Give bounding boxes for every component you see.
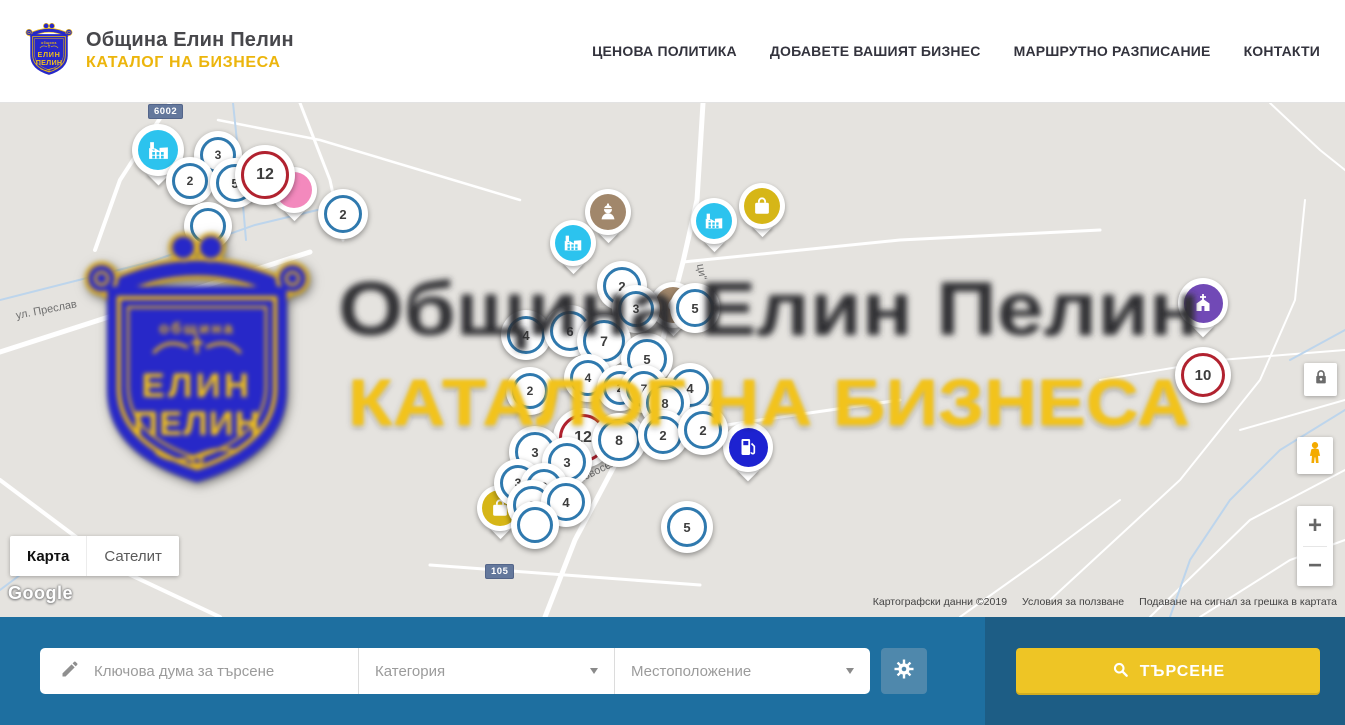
gear-icon [892,657,916,686]
category-select[interactable]: Категория [358,648,614,694]
pencil-icon [60,659,80,684]
cluster-count: 5 [676,289,714,327]
search-button-label: ТЪРСЕНЕ [1140,663,1225,681]
search-icon [1111,660,1130,684]
padlock-icon [1310,366,1332,393]
pegman-icon [1302,439,1328,472]
road-number-badge: 105 [485,564,514,579]
map-cluster[interactable]: 10 [1175,347,1231,403]
zoom-in-button[interactable]: + [1297,506,1333,546]
cluster-count: 2 [644,416,682,454]
zoom-out-button[interactable]: − [1297,547,1333,587]
page: община ЕЛИН ПЕЛИН Община Елин Пелин КАТА… [0,0,1345,725]
municipality-crest-icon: община ЕЛИН ПЕЛИН [25,19,73,83]
church-icon [1184,284,1223,323]
cluster-count: 10 [1181,353,1225,397]
search-fields-group: Категория Местоположение [40,648,870,694]
map-pin-fuel[interactable] [723,422,773,488]
google-logo[interactable]: Google [8,583,73,604]
map-cluster[interactable]: 12 [235,145,295,205]
map-cluster[interactable]: 5 [661,501,713,553]
category-select-value: Категория [375,663,445,680]
map-cluster[interactable]: 2 [318,189,368,239]
nav-item-2[interactable]: ДОБАВЕТЕ ВАШИЯТ БИЗНЕС [770,43,981,59]
cluster-count: 5 [667,507,707,547]
brand-title: Община Елин Пелин [86,29,294,52]
header: община ЕЛИН ПЕЛИН Община Елин Пелин КАТА… [0,0,1345,103]
map-canvas[interactable]: 6002105ул. Преславбул. „Новоселци“ 32512… [0,103,1345,617]
nav-item-1[interactable]: ЦЕНОВА ПОЛИТИКА [592,43,737,59]
street-view-pegman-button[interactable] [1297,437,1333,474]
map-cluster[interactable]: 2 [506,367,554,415]
main-nav: ЦЕНОВА ПОЛИТИКА ДОБАВЕТЕ ВАШИЯТ БИЗНЕС МАР… [592,43,1320,59]
map-attribution: Картографски данни ©2019 Условия за ползв… [873,596,1337,608]
map-pin-bag[interactable] [739,183,785,244]
search-button[interactable]: ТЪРСЕНЕ [1016,648,1320,695]
chevron-down-icon [590,668,598,674]
cluster-count [517,507,553,543]
map-cluster[interactable]: 2 [678,405,728,455]
attribution-link[interactable]: Условия за ползване [1022,596,1124,608]
cluster-count [190,208,226,244]
brand-logo[interactable]: община ЕЛИН ПЕЛИН Община Елин Пелин КАТА… [25,19,294,83]
keyword-field-wrap [40,648,358,694]
cluster-count: 2 [512,373,548,409]
search-bar: Категория Местоположение ТЪРСЕНЕ [0,617,1345,725]
svg-text:ПЕЛИН: ПЕЛИН [36,58,63,67]
map-cluster[interactable] [184,202,232,250]
factory-icon [555,225,591,261]
keyword-search-input[interactable] [92,662,346,681]
attribution-link[interactable]: Подаване на сигнал за грешка в картата [1139,596,1337,608]
advanced-settings-button[interactable] [881,648,927,694]
cluster-count: 2 [172,163,208,199]
cluster-count: 2 [684,411,722,449]
svg-text:община: община [41,41,57,45]
cluster-count: 8 [598,419,640,461]
lock-button[interactable] [1304,363,1337,396]
cluster-count: 4 [507,316,545,354]
map-cluster[interactable]: 5 [670,283,720,333]
map-pin-factory[interactable] [691,198,737,259]
street-name-label: ци“ [694,263,709,281]
map-type-map-button[interactable]: Карта [10,536,86,576]
map-pin-church[interactable] [1178,278,1228,344]
location-select[interactable]: Местоположение [614,648,870,694]
fuel-icon [729,428,768,467]
road-number-badge: 6002 [148,104,183,119]
cluster-count: 12 [241,151,289,199]
map-type-control: Карта Сателит [10,536,179,576]
svg-text:ЕЛИН: ЕЛИН [37,50,60,59]
bag-icon [744,188,780,224]
cluster-count: 2 [324,195,362,233]
nav-item-4[interactable]: КОНТАКТИ [1244,43,1320,59]
nav-item-3[interactable]: МАРШРУТНО РАЗПИСАНИЕ [1014,43,1211,59]
chevron-down-icon [846,668,854,674]
map-cluster[interactable] [511,501,559,549]
attribution-text: Картографски данни ©2019 [873,596,1007,608]
map-cluster[interactable]: 2 [166,157,214,205]
location-select-value: Местоположение [631,663,751,680]
map-pin-factory[interactable] [550,220,596,281]
map-type-satellite-button[interactable]: Сателит [86,536,179,576]
factory-icon [696,203,732,239]
brand-subtitle: КАТАЛОГ НА БИЗНЕСА [86,54,294,72]
zoom-control: + − [1297,506,1333,586]
